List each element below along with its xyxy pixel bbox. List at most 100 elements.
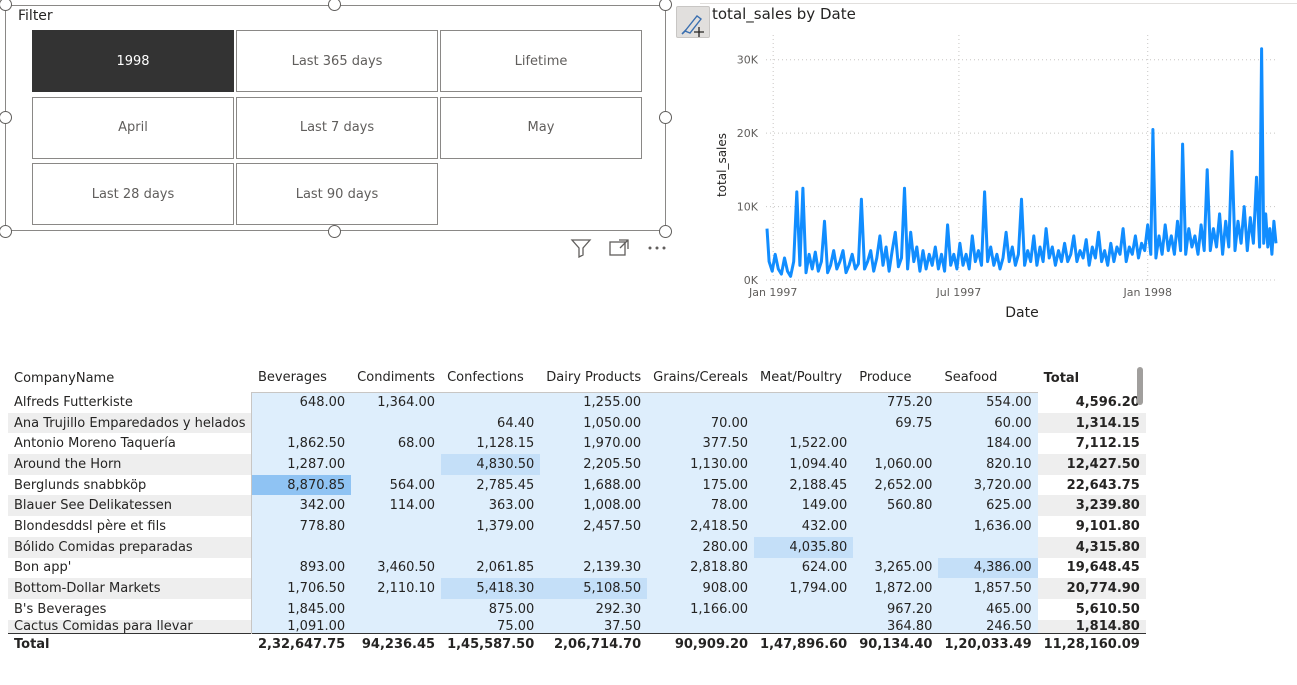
value-cell: 1,166.00 [647, 598, 755, 620]
y-tick-label: 20K [737, 127, 759, 140]
chart-plot-area: 0K10K20K30KJan 1997 Jul 1997 Jan 1998 tota… [715, 35, 1278, 321]
value-cell: 1,970.00 [540, 433, 648, 455]
column-header-condiments[interactable]: Condiments [351, 368, 441, 392]
table-row[interactable]: Berglunds snabbköp 8,870.85 564.00 2,785.45… [8, 474, 1146, 496]
value-cell: 3,265.00 [853, 557, 939, 579]
slicer-button-lifetime[interactable]: Lifetime [440, 30, 642, 92]
table-row[interactable]: Antonio Moreno Taquería 1,862.50 68.00 1,12… [8, 433, 1146, 455]
value-cell: 1,255.00 [540, 391, 648, 413]
value-cell [754, 412, 854, 434]
x-tick-label: Jan 1997 [748, 286, 797, 299]
value-cell: 1,050.00 [540, 412, 648, 434]
value-cell: 2,818.80 [647, 557, 755, 579]
table-row[interactable]: Blauer See Delikatessen 342.00 114.00 363.0… [8, 495, 1146, 517]
slicer-button-last-7-days[interactable]: Last 7 days [236, 96, 438, 159]
column-header-company-name[interactable]: CompanyName [8, 368, 252, 392]
value-cell: 820.10 [938, 454, 1038, 475]
company-name-cell: Bólido Comidas preparadas [8, 536, 252, 558]
total-sales-series-line[interactable] [765, 47, 1278, 278]
value-cell: 114.00 [351, 495, 442, 517]
table-row[interactable]: Bottom-Dollar Markets 1,706.50 2,110.10 5,4… [8, 578, 1146, 599]
resize-handle-middle-right[interactable] [659, 111, 672, 124]
column-header-grains-cereals[interactable]: Grains/Cereals [647, 368, 754, 392]
matrix-header-row: CompanyName Beverages Condiments Confection… [8, 368, 1146, 392]
value-cell: 68.00 [351, 433, 442, 455]
value-cell [441, 536, 541, 558]
sales-matrix[interactable]: CompanyName Beverages Condiments Confection… [8, 368, 1146, 656]
value-cell: 1,379.00 [441, 516, 541, 537]
column-header-meat-poultry[interactable]: Meat/Poultry [754, 368, 853, 392]
value-cell [441, 391, 541, 413]
column-header-total[interactable]: Total [1038, 368, 1146, 392]
value-cell: 775.20 [853, 391, 939, 413]
column-header-produce[interactable]: Produce [853, 368, 938, 392]
value-cell: 1,008.00 [540, 495, 648, 517]
value-cell: 75.00 [441, 619, 541, 634]
row-total-cell: 7,112.15 [1037, 433, 1146, 455]
vertical-scrollbar-thumb[interactable] [1137, 367, 1143, 405]
slicer-button-last-90-days[interactable]: Last 90 days [236, 163, 438, 225]
slicer-button-last-365-days[interactable]: Last 365 days [236, 30, 438, 92]
grand-total-cell: 1,47,896.60 [754, 632, 854, 656]
value-cell: 2,061.85 [441, 557, 541, 579]
resize-handle-top-right[interactable] [659, 0, 672, 11]
value-cell: 2,457.50 [540, 516, 648, 537]
value-cell [938, 536, 1038, 558]
value-cell: 908.00 [647, 578, 755, 599]
value-cell: 246.50 [938, 619, 1038, 634]
column-header-confections[interactable]: Confections [441, 368, 540, 392]
value-cell: 364.80 [853, 619, 939, 634]
value-cell: 1,857.50 [938, 578, 1038, 599]
column-header-beverages[interactable]: Beverages [252, 368, 351, 392]
resize-handle-bottom-left[interactable] [0, 225, 12, 238]
value-cell: 78.00 [647, 495, 755, 517]
slicer-button-may[interactable]: May [440, 96, 642, 159]
value-cell: 1,522.00 [754, 433, 854, 455]
value-cell [251, 536, 352, 558]
table-row[interactable]: Bon app' 893.00 3,460.50 2,061.85 2,139.30 2,… [8, 557, 1146, 579]
company-name-cell: Blondesddsl père et fils [8, 516, 252, 537]
table-row[interactable]: Alfreds Futterkiste 648.00 1,364.00 1,255.0… [8, 391, 1146, 413]
value-cell: 2,110.10 [351, 578, 442, 599]
table-row[interactable]: Bólido Comidas preparadas 280.00 4,035.80 4… [8, 536, 1146, 558]
value-cell [351, 619, 442, 634]
slicer-button-1998[interactable]: 1998 [32, 30, 234, 92]
table-row[interactable]: Ana Trujillo Emparedados y helados 64.40 1… [8, 412, 1146, 434]
value-cell [647, 619, 755, 634]
value-cell: 1,091.00 [251, 619, 352, 634]
value-cell: 1,706.50 [251, 578, 352, 599]
filter-icon[interactable] [570, 238, 592, 259]
resize-handle-bottom-right[interactable] [659, 225, 672, 238]
row-total-cell: 20,774.90 [1037, 578, 1146, 599]
table-row[interactable]: Around the Horn 1,287.00 4,830.50 2,205.50 1… [8, 454, 1146, 475]
value-cell: 342.00 [251, 495, 352, 517]
grand-total-cell: 11,28,160.09 [1037, 632, 1146, 656]
value-cell: 564.00 [351, 474, 442, 496]
value-cell: 625.00 [938, 495, 1038, 517]
column-header-dairy-products[interactable]: Dairy Products [540, 368, 647, 392]
value-cell: 1,364.00 [351, 391, 442, 413]
value-cell: 560.80 [853, 495, 939, 517]
slicer-button-last-28-days[interactable]: Last 28 days [32, 163, 234, 225]
table-row[interactable]: Blondesddsl père et fils 778.80 1,379.00 2,… [8, 516, 1146, 537]
value-cell: 5,108.50 [540, 578, 648, 599]
column-header-seafood[interactable]: Seafood [938, 368, 1037, 392]
value-cell: 4,035.80 [754, 536, 854, 558]
table-row[interactable]: Cactus Comidas para llevar 1,091.00 75.00 3… [8, 619, 1146, 634]
company-name-cell: Alfreds Futterkiste [8, 392, 252, 413]
line-chart-visual[interactable]: total_sales by Date 0K 10K 20K 30K Jan 1997 J… [676, 0, 1291, 330]
row-total-cell: 4,315.80 [1037, 536, 1146, 558]
value-cell [351, 536, 442, 558]
filter-slicer[interactable]: Filter 1998 Last 365 days Lifetime April Las… [5, 5, 666, 231]
row-total-cell: 12,427.50 [1037, 454, 1146, 475]
value-cell: 1,094.40 [754, 454, 854, 475]
value-cell: 1,862.50 [251, 433, 352, 455]
resize-handle-bottom-middle[interactable] [328, 225, 341, 238]
company-name-cell: Bon app' [8, 557, 252, 579]
more-options-icon[interactable] [646, 238, 668, 258]
company-name-cell: B's Beverages [8, 598, 252, 620]
slicer-button-april[interactable]: April [32, 96, 234, 159]
table-row[interactable]: B's Beverages 1,845.00 875.00 292.30 1,166.0… [8, 598, 1146, 620]
focus-mode-icon[interactable] [608, 238, 630, 258]
value-cell: 280.00 [647, 536, 755, 558]
